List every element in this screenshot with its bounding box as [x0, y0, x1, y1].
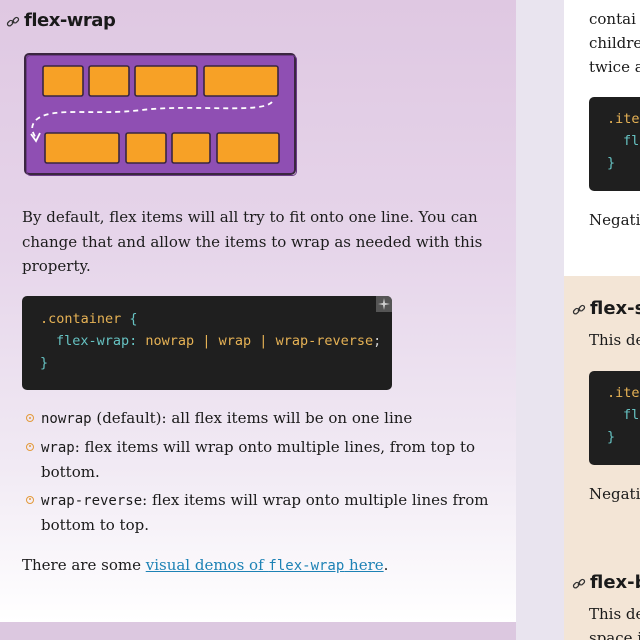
card-heading: flex-b [572, 572, 640, 593]
bullet-icon [26, 495, 34, 504]
bullet-code: nowrap [41, 411, 92, 427]
code-selector: .container [40, 311, 122, 327]
code-close-brace: } [40, 355, 49, 371]
link-icon[interactable] [572, 302, 586, 316]
card-text-line: contai [589, 10, 636, 28]
section-heading: flex-wrap [6, 10, 116, 31]
card-heading: flex-sh [572, 298, 640, 319]
code-pipe: | [202, 333, 211, 349]
card-text-line: Negativ [589, 485, 640, 503]
code-selector: .ite [607, 111, 640, 127]
card-text-line: This de [589, 605, 640, 623]
card-text-line: Negativ [589, 211, 640, 229]
code-pipe: | [259, 333, 268, 349]
outro-suffix: . [383, 556, 389, 574]
bullet-code: wrap-reverse [41, 492, 143, 509]
outro-paragraph: There are some visual demos of flex-wrap… [22, 553, 388, 579]
card-title: flex-b [590, 572, 640, 593]
card-flex-grow: contai childre twice a .ite fle } Negati… [564, 0, 640, 276]
section-title: flex-wrap [24, 10, 116, 31]
list-item: wrap: flex items will wrap onto multiple… [26, 435, 506, 485]
flex-wrap-illustration [24, 53, 297, 176]
card-title: flex-sh [590, 298, 640, 319]
card-text-line: twice a [589, 58, 640, 76]
intro-paragraph: By default, flex items will all try to f… [22, 208, 483, 275]
code-close-brace: } [607, 155, 616, 171]
card-text-line: childre [589, 34, 640, 52]
list-item: nowrap (default): all flex items will be… [26, 406, 506, 432]
link-icon[interactable] [572, 576, 586, 590]
demo-link[interactable]: visual demos of flex-wrap here [146, 556, 384, 574]
code-semicolon: ; [373, 333, 382, 349]
list-item: wrap-reverse: flex items will wrap onto … [26, 488, 506, 538]
code-value: wrap-reverse [275, 333, 374, 349]
bullet-list: nowrap (default): all flex items will be… [26, 406, 506, 541]
card-code-block: .ite fle } [589, 371, 640, 465]
right-column: contai childre twice a .ite fle } Negati… [564, 0, 640, 640]
link-icon[interactable] [6, 14, 20, 28]
demo-link-code: flex-wrap [268, 558, 345, 574]
card-code-block: .ite fle } [589, 97, 640, 191]
code-property: flex-wrap: [56, 333, 138, 349]
outro-prefix: There are some [22, 556, 146, 574]
bullet-text: (default): all flex items will be on one… [91, 409, 413, 427]
code-value: nowrap [145, 333, 195, 349]
code-property: fle [623, 407, 640, 423]
code-selector: .ite [607, 385, 640, 401]
card-text-line: space i [589, 629, 640, 640]
demo-link-text: visual demos of [145, 556, 269, 574]
code-block: .container { flex-wrap: nowrap | wrap | … [22, 296, 392, 390]
card-flex-shrink: flex-sh This de .ite fle } Negativ [564, 276, 640, 550]
card-flex-basis: flex-b This de space i [564, 550, 640, 640]
bullet-code: wrap [41, 439, 75, 456]
code-property: fle [623, 133, 640, 149]
section-bottom-band [0, 622, 516, 640]
demo-link-suffix: here [344, 556, 384, 574]
flex-wrap-section: flex-wrap By default, flex items will al… [0, 0, 516, 622]
bullet-icon [26, 442, 34, 451]
code-value: wrap [218, 333, 252, 349]
bullet-text: : flex items will wrap onto multiple lin… [41, 437, 476, 482]
bullet-icon [26, 414, 34, 422]
card-text-line: This de [589, 331, 640, 349]
code-open-brace: { [129, 311, 138, 327]
code-close-brace: } [607, 429, 616, 445]
